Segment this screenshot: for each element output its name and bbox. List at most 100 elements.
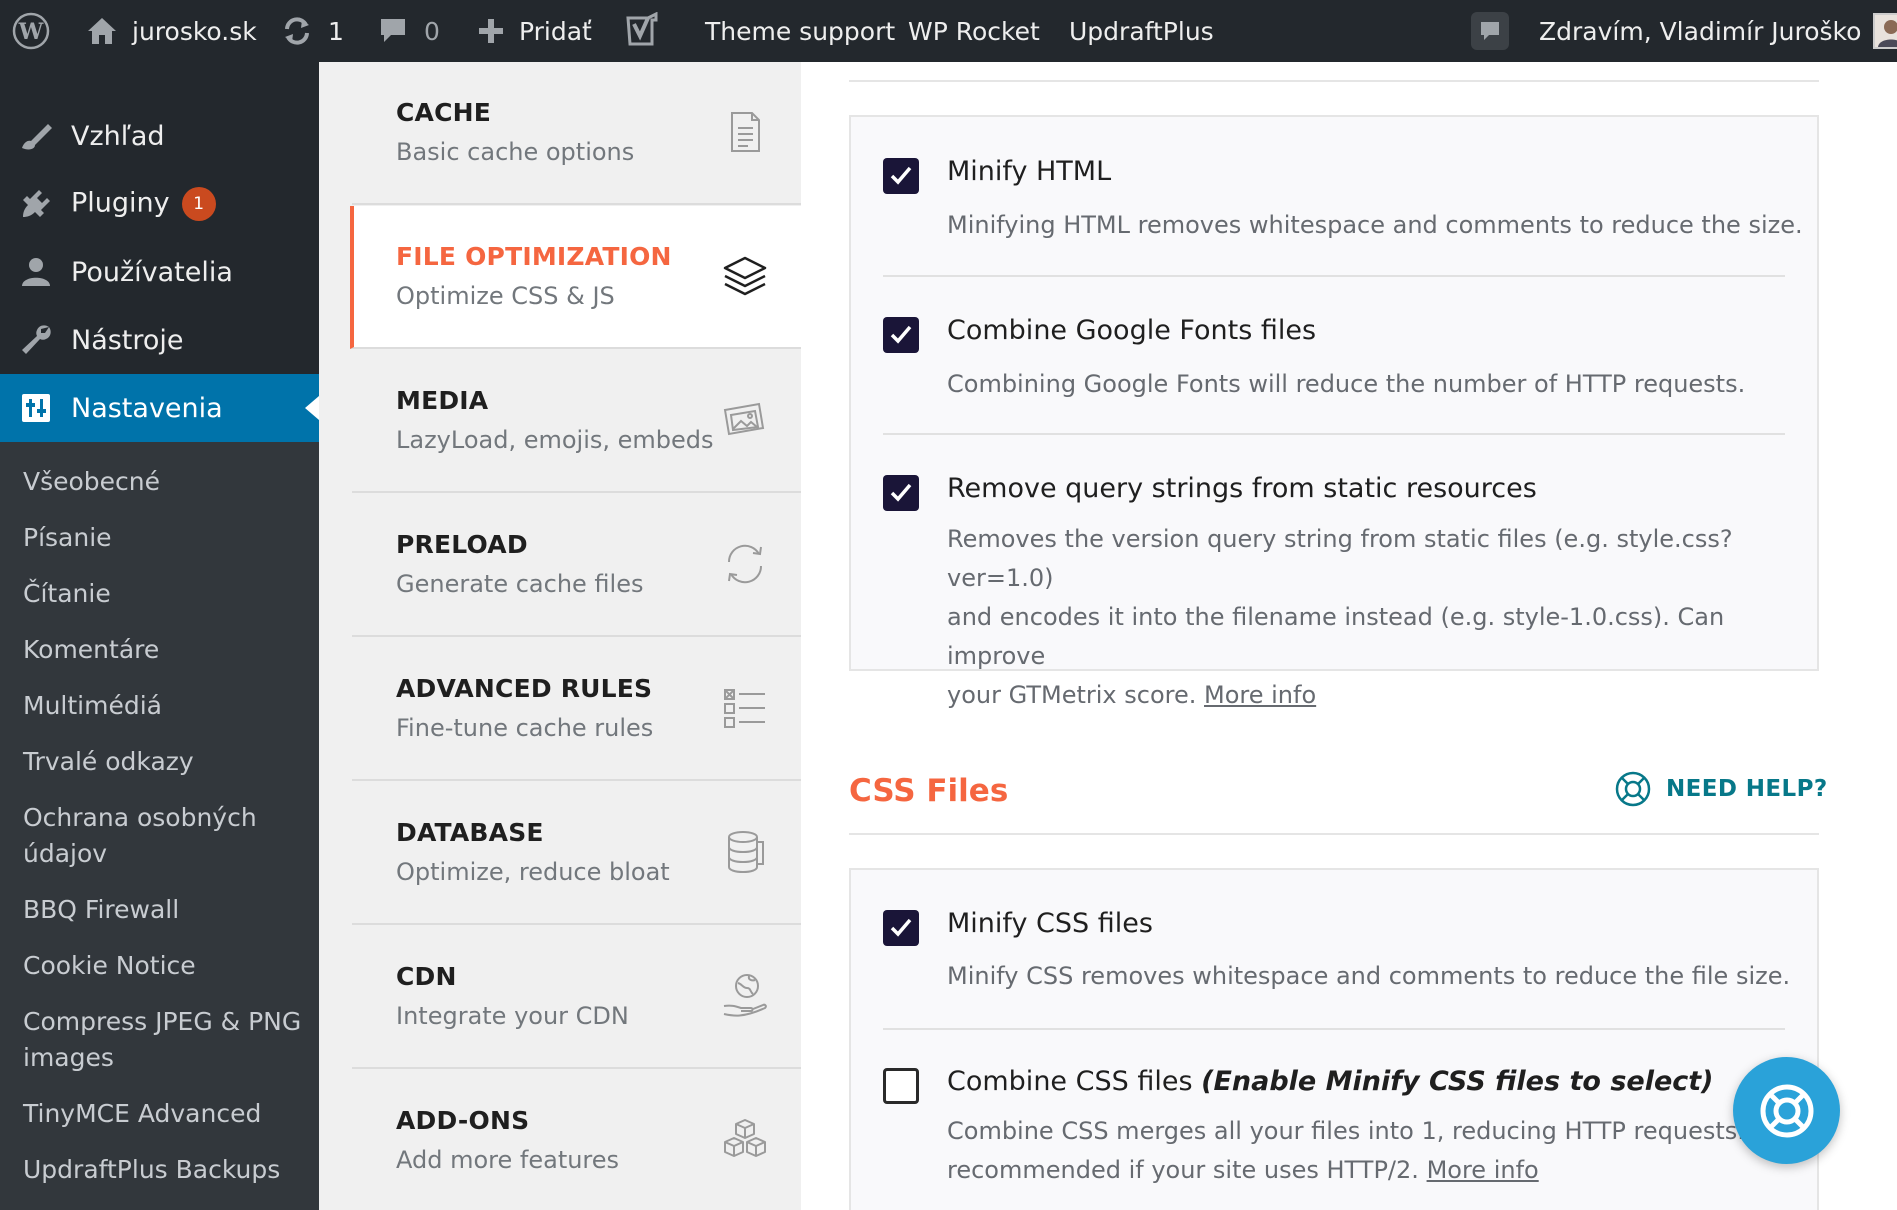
updraftplus-link[interactable]: UpdraftPlus xyxy=(1069,0,1214,62)
nav-file-optimization[interactable]: FILE OPTIMIZATION Optimize CSS & JS xyxy=(350,206,801,349)
nav-title: CDN xyxy=(396,962,457,991)
comments-link[interactable]: 0 xyxy=(378,0,440,62)
settings-submenu: Všeobecné Písanie Čítanie Komentáre Mult… xyxy=(0,442,319,1210)
lifebuoy-icon xyxy=(1614,770,1652,808)
section-title-css-files: CSS Files xyxy=(849,773,1009,809)
comments-count: 0 xyxy=(424,16,440,46)
nav-cache[interactable]: CACHE Basic cache options xyxy=(352,62,801,205)
nav-subtitle: Generate cache files xyxy=(396,570,644,598)
submenu-item-reading[interactable]: Čítanie xyxy=(23,576,313,612)
help-beacon-button[interactable] xyxy=(1733,1057,1840,1164)
refresh-icon xyxy=(721,540,769,588)
nav-subtitle: LazyLoad, emojis, embeds xyxy=(396,426,714,454)
menu-item-appearance[interactable]: Vzhľad xyxy=(0,102,319,170)
admin-bar: W jurosko.sk 1 0 Pridať Theme support WP… xyxy=(0,0,1897,62)
home-icon xyxy=(86,16,118,46)
menu-item-tools[interactable]: Nástroje xyxy=(0,306,319,374)
field-minify-css: Minify CSS files Minify CSS removes whit… xyxy=(883,870,1790,1030)
submenu-item-tinymce-advanced[interactable]: TinyMCE Advanced xyxy=(23,1096,313,1132)
nav-advanced-rules[interactable]: ADVANCED RULES Fine-tune cache rules xyxy=(352,638,801,781)
remove-query-strings-checkbox[interactable] xyxy=(883,475,919,511)
description-text: recommended if your site uses HTTP/2. xyxy=(947,1156,1419,1184)
need-help-link[interactable]: NEED HELP? xyxy=(1614,770,1828,808)
greeting: Zdravím, Vladimír Juroško xyxy=(1539,16,1862,46)
nav-subtitle: Fine-tune cache rules xyxy=(396,714,654,742)
menu-item-settings[interactable]: Nastavenia xyxy=(0,374,319,442)
lifebuoy-icon xyxy=(1757,1081,1817,1141)
combine-css-description: Combine CSS merges all your files into 1… xyxy=(947,1112,1807,1190)
my-account-link[interactable]: Zdravím, Vladimír Juroško xyxy=(1539,0,1897,62)
user-icon xyxy=(18,254,54,290)
avatar xyxy=(1873,13,1897,49)
wordpress-logo-icon[interactable]: W xyxy=(12,0,50,62)
field-remove-query-strings: Remove query strings from static resourc… xyxy=(883,435,1785,709)
document-icon xyxy=(721,108,769,156)
nav-add-ons[interactable]: ADD-ONS Add more features xyxy=(352,1070,801,1210)
minify-css-label: Minify CSS files xyxy=(947,908,1153,939)
menu-item-plugins[interactable]: Pluginy 1 xyxy=(0,170,319,238)
admin-menu: Vzhľad Pluginy 1 Používatelia Nástroje Na… xyxy=(0,62,319,1210)
minify-css-checkbox[interactable] xyxy=(883,910,919,946)
combine-css-checkbox[interactable] xyxy=(883,1068,919,1104)
rocket-settings-nav: CACHE Basic cache options FILE OPTIMIZAT… xyxy=(319,62,801,1210)
combine-css-label-text: Combine CSS files xyxy=(947,1066,1193,1097)
combine-google-fonts-checkbox[interactable] xyxy=(883,317,919,353)
nav-media[interactable]: MEDIA LazyLoad, emojis, embeds xyxy=(352,350,801,493)
layers-icon xyxy=(721,252,769,300)
more-info-link[interactable]: More info xyxy=(1204,681,1316,709)
checklist-icon xyxy=(721,684,769,732)
more-info-link[interactable]: More info xyxy=(1427,1156,1539,1184)
nav-title: ADVANCED RULES xyxy=(396,674,653,703)
nav-subtitle: Add more features xyxy=(396,1146,620,1174)
new-content-link[interactable]: Pridať xyxy=(477,0,592,62)
updates-icon xyxy=(280,16,314,46)
updates-count: 1 xyxy=(328,16,344,46)
nav-subtitle: Integrate your CDN xyxy=(396,1002,629,1030)
description-line: recommended if your site uses HTTP/2. Mo… xyxy=(947,1151,1807,1190)
submenu-item-general[interactable]: Všeobecné xyxy=(23,464,313,500)
menu-label-users: Používatelia xyxy=(71,256,233,288)
notifications-icon[interactable] xyxy=(1470,0,1510,62)
nav-preload[interactable]: PRELOAD Generate cache files xyxy=(352,494,801,637)
nav-subtitle: Optimize, reduce bloat xyxy=(396,858,670,886)
nav-title: FILE OPTIMIZATION xyxy=(396,242,672,271)
nav-subtitle: Basic cache options xyxy=(396,138,635,166)
submenu-item-bbq-firewall[interactable]: BBQ Firewall xyxy=(23,892,313,928)
submenu-item-cookie-notice[interactable]: Cookie Notice xyxy=(23,948,313,984)
globe-hand-icon xyxy=(721,972,769,1020)
submenu-item-compress-jpeg-png[interactable]: Compress JPEG & PNG images xyxy=(23,1004,313,1076)
menu-label-tools: Nástroje xyxy=(71,324,184,356)
wrench-icon xyxy=(18,322,54,358)
nav-title: PRELOAD xyxy=(396,530,528,559)
need-help-label: NEED HELP? xyxy=(1666,776,1828,802)
description-line: Combine CSS merges all your files into 1… xyxy=(947,1117,1795,1145)
minify-html-label: Minify HTML xyxy=(947,156,1112,187)
submenu-item-permalinks[interactable]: Trvalé odkazy xyxy=(23,744,313,780)
menu-label-appearance: Vzhľad xyxy=(71,120,165,152)
minify-html-description: Minifying HTML removes whitespace and co… xyxy=(947,211,1803,239)
nav-subtitle: Optimize CSS & JS xyxy=(396,282,615,310)
wp-rocket-link[interactable]: WP Rocket xyxy=(908,0,1040,62)
plugin-icon xyxy=(18,186,54,222)
submenu-item-privacy[interactable]: Ochrana osobných údajov xyxy=(23,800,313,872)
theme-support-link[interactable]: Theme support xyxy=(705,0,895,62)
combine-google-fonts-label: Combine Google Fonts files xyxy=(947,315,1317,346)
plus-icon xyxy=(477,17,505,45)
submenu-item-writing[interactable]: Písanie xyxy=(23,520,313,556)
menu-item-users[interactable]: Používatelia xyxy=(0,238,319,306)
minify-html-checkbox[interactable] xyxy=(883,158,919,194)
remove-query-strings-description: Removes the version query string from st… xyxy=(947,520,1807,715)
description-line: Removes the version query string from st… xyxy=(947,525,1733,592)
nav-cdn[interactable]: CDN Integrate your CDN xyxy=(352,926,801,1069)
remove-query-strings-label: Remove query strings from static resourc… xyxy=(947,473,1537,504)
field-combine-css: Combine CSS files (Enable Minify CSS fil… xyxy=(883,1030,1795,1210)
yoast-seo-icon[interactable] xyxy=(622,0,662,62)
site-name-link[interactable]: jurosko.sk xyxy=(86,0,257,62)
nav-database[interactable]: DATABASE Optimize, reduce bloat xyxy=(352,782,801,925)
submenu-item-media[interactable]: Multimédiá xyxy=(23,688,313,724)
field-minify-html: Minify HTML Minifying HTML removes white… xyxy=(883,117,1803,277)
submenu-item-updraftplus-backups[interactable]: UpdraftPlus Backups xyxy=(23,1152,313,1188)
nav-title: DATABASE xyxy=(396,818,544,847)
submenu-item-discussion[interactable]: Komentáre xyxy=(23,632,313,668)
updates-link[interactable]: 1 xyxy=(280,0,344,62)
